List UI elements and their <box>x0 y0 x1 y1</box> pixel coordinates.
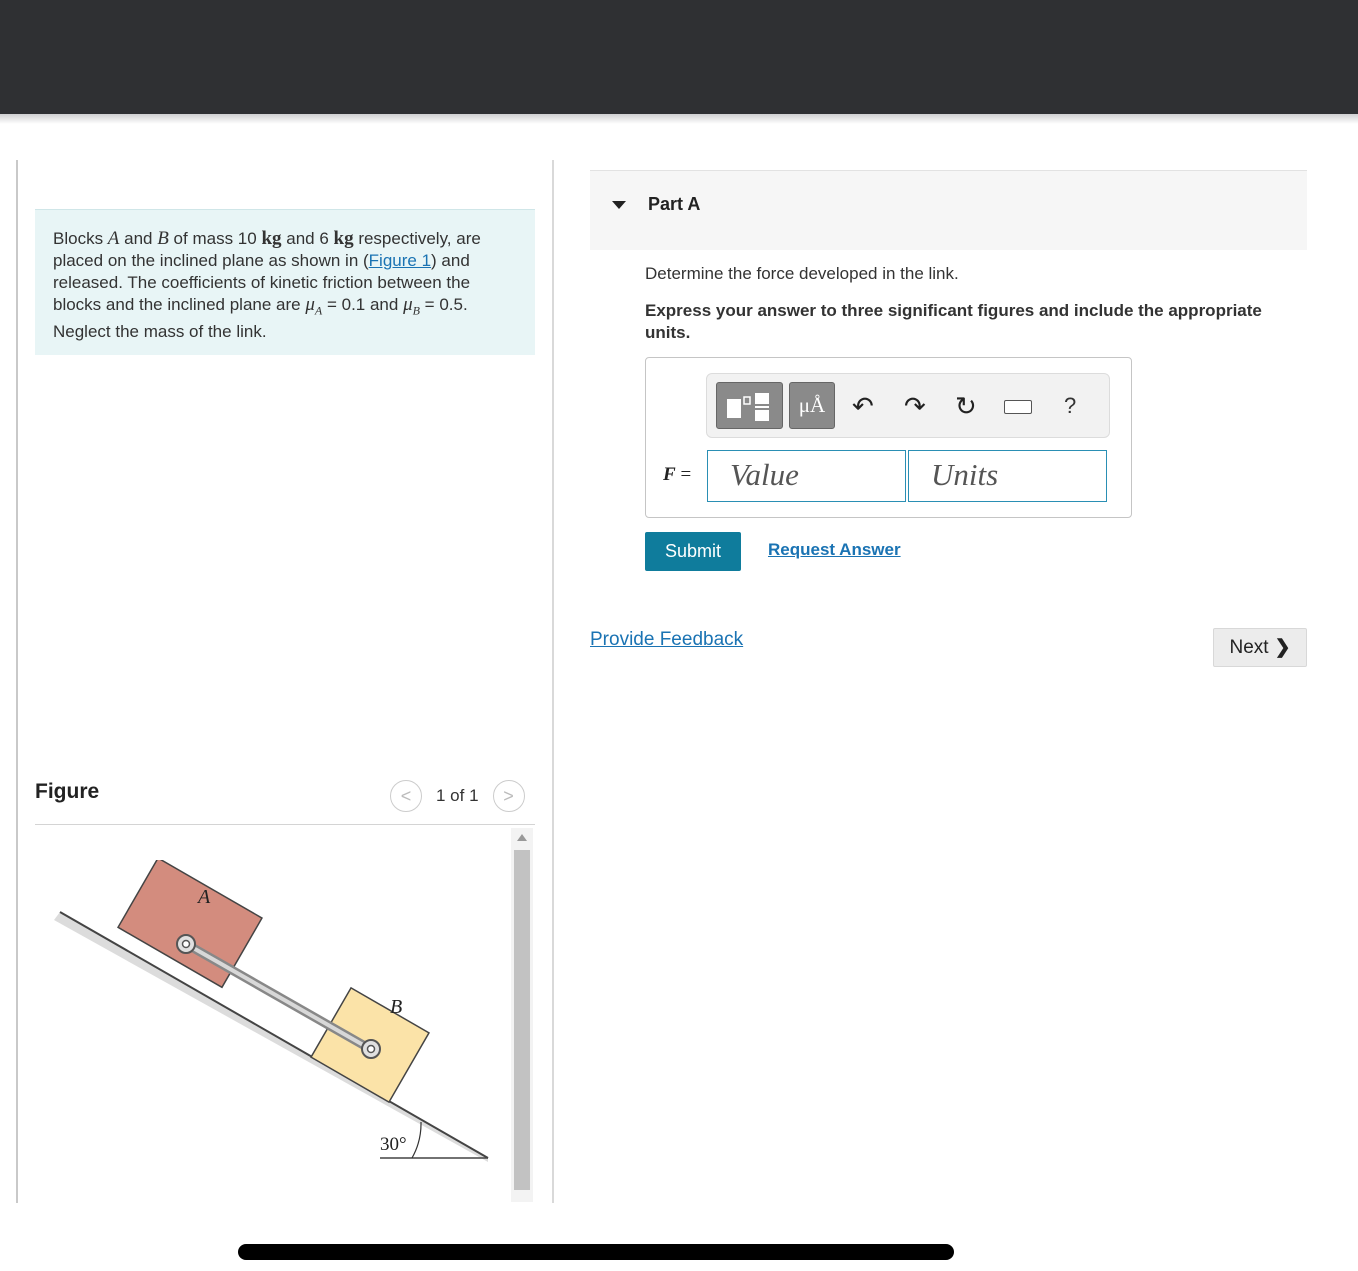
submit-button[interactable]: Submit <box>645 532 741 571</box>
part-a-title: Part A <box>648 194 701 214</box>
variable-f: F <box>663 464 676 485</box>
figure-scrollbar[interactable] <box>511 828 533 1202</box>
link-bar-highlight <box>186 943 374 1052</box>
figure-divider <box>35 824 535 825</box>
top-bar-shadow <box>0 114 1358 124</box>
problem-statement: Blocks A and B of mass 10 kg and 6 kg re… <box>35 209 535 355</box>
figure-link[interactable]: Figure 1 <box>369 251 431 270</box>
next-button[interactable]: Next ❯ <box>1213 628 1307 667</box>
pin-a-center <box>181 939 191 949</box>
help-icon[interactable]: ? <box>1064 390 1076 422</box>
problem-text: = 0.1 and <box>322 295 404 314</box>
math-toolbar: μÅ ↶ ↷ ↻ ? <box>706 373 1110 438</box>
caret-down-icon[interactable] <box>612 201 626 209</box>
column-divider <box>552 160 554 1203</box>
left-border <box>16 160 18 1203</box>
top-bar <box>0 0 1358 114</box>
figure-pager: < 1 of 1 > <box>390 780 525 812</box>
request-answer-link[interactable]: Request Answer <box>768 540 901 560</box>
instruction-text: Express your answer to three significant… <box>645 301 1262 342</box>
pager-text: 1 of 1 <box>436 786 479 805</box>
problem-text: Blocks <box>53 229 108 248</box>
mu-symbol: μ <box>305 294 315 315</box>
scroll-thumb[interactable] <box>514 850 530 1190</box>
label-angle: 30° <box>380 1134 407 1155</box>
problem-text: and <box>119 229 158 248</box>
units-symbols-button[interactable]: μÅ <box>789 382 835 429</box>
figure-image: A B 30° <box>54 860 489 1162</box>
chevron-right-icon: ❯ <box>1274 637 1291 658</box>
next-label: Next <box>1229 636 1269 658</box>
redo-icon[interactable]: ↷ <box>904 390 926 422</box>
block-b-symbol: B <box>157 228 169 249</box>
mu-subscript-b: B <box>412 303 420 318</box>
templates-button[interactable] <box>716 382 783 429</box>
chevron-right-icon[interactable]: > <box>492 780 525 812</box>
answer-box: μÅ ↶ ↷ ↻ ? F = Value Units <box>645 357 1132 518</box>
chevron-left-icon[interactable]: < <box>390 780 422 812</box>
provide-feedback-link[interactable]: Provide Feedback <box>590 629 743 651</box>
scroll-up-arrow-icon[interactable] <box>517 834 527 841</box>
problem-text: of mass 10 <box>168 229 262 248</box>
pin-b-center <box>366 1044 376 1054</box>
units-input[interactable]: Units <box>908 450 1107 502</box>
problem-text: and 6 <box>281 229 334 248</box>
unit-kg: kg <box>261 228 282 249</box>
question-text: Determine the force developed in the lin… <box>645 264 959 283</box>
template-icon <box>727 393 769 421</box>
part-a-header[interactable]: Part A <box>590 170 1307 250</box>
answer-variable-label: F = <box>663 464 691 486</box>
block-a-symbol: A <box>107 228 120 249</box>
mu-symbol: μ <box>403 294 413 315</box>
keyboard-icon[interactable] <box>1004 400 1032 414</box>
equals-sign: = <box>675 464 692 485</box>
label-b: B <box>390 996 402 1018</box>
undo-icon[interactable]: ↶ <box>852 390 874 422</box>
angle-arc <box>411 1121 422 1159</box>
block-a <box>117 860 263 989</box>
figure-title: Figure <box>35 780 100 803</box>
value-input[interactable]: Value <box>707 450 906 502</box>
label-a: A <box>196 886 211 908</box>
reset-icon[interactable]: ↻ <box>955 390 977 422</box>
unit-kg: kg <box>333 228 354 249</box>
home-indicator[interactable] <box>238 1244 954 1260</box>
